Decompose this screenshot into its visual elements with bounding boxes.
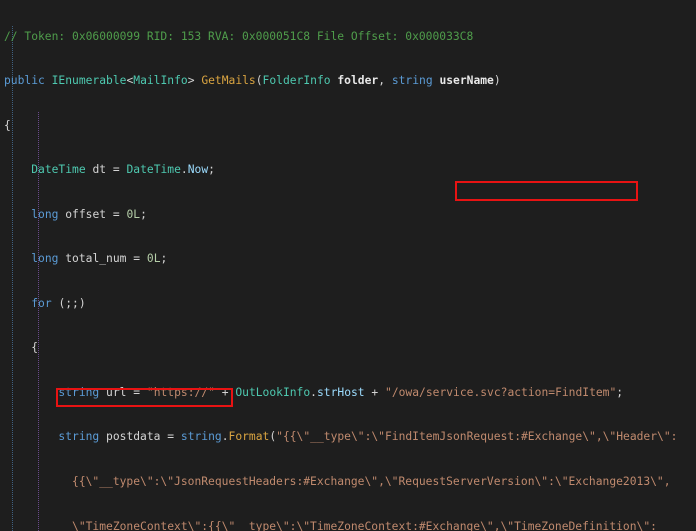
code-line-open-brace-for: { — [0, 341, 696, 356]
metadata-comment-text: // Token: 0x06000099 RID: 153 RVA: 0x000… — [4, 30, 473, 43]
code-line-open-brace-method: { — [0, 119, 696, 134]
code-line-url-decl: string url = "https://" + OutLookInfo.st… — [0, 386, 696, 401]
code-line-for-loop: for (;;) — [0, 297, 696, 312]
code-line-postdata-decl: string postdata = string.Format("{{\"__t… — [0, 430, 696, 445]
code-line-totalnum-decl: long total_num = 0L; — [0, 252, 696, 267]
code-line-metadata-comment: // Token: 0x06000099 RID: 153 RVA: 0x000… — [0, 30, 696, 45]
code-line-json-tzcontext: \"TimeZoneContext\":{{\"__type\":\"TimeZ… — [0, 520, 696, 531]
code-line-signature: public IEnumerable<MailInfo> GetMails(Fo… — [0, 74, 696, 89]
code-line-offset-decl: long offset = 0L; — [0, 208, 696, 223]
code-block[interactable]: // Token: 0x06000099 RID: 153 RVA: 0x000… — [0, 0, 696, 531]
code-viewer[interactable]: // Token: 0x06000099 RID: 153 RVA: 0x000… — [0, 0, 696, 531]
code-line-json-headers: {{\"__type\":\"JsonRequestHeaders:#Excha… — [0, 475, 696, 490]
code-line-datetime-decl: DateTime dt = DateTime.Now; — [0, 163, 696, 178]
